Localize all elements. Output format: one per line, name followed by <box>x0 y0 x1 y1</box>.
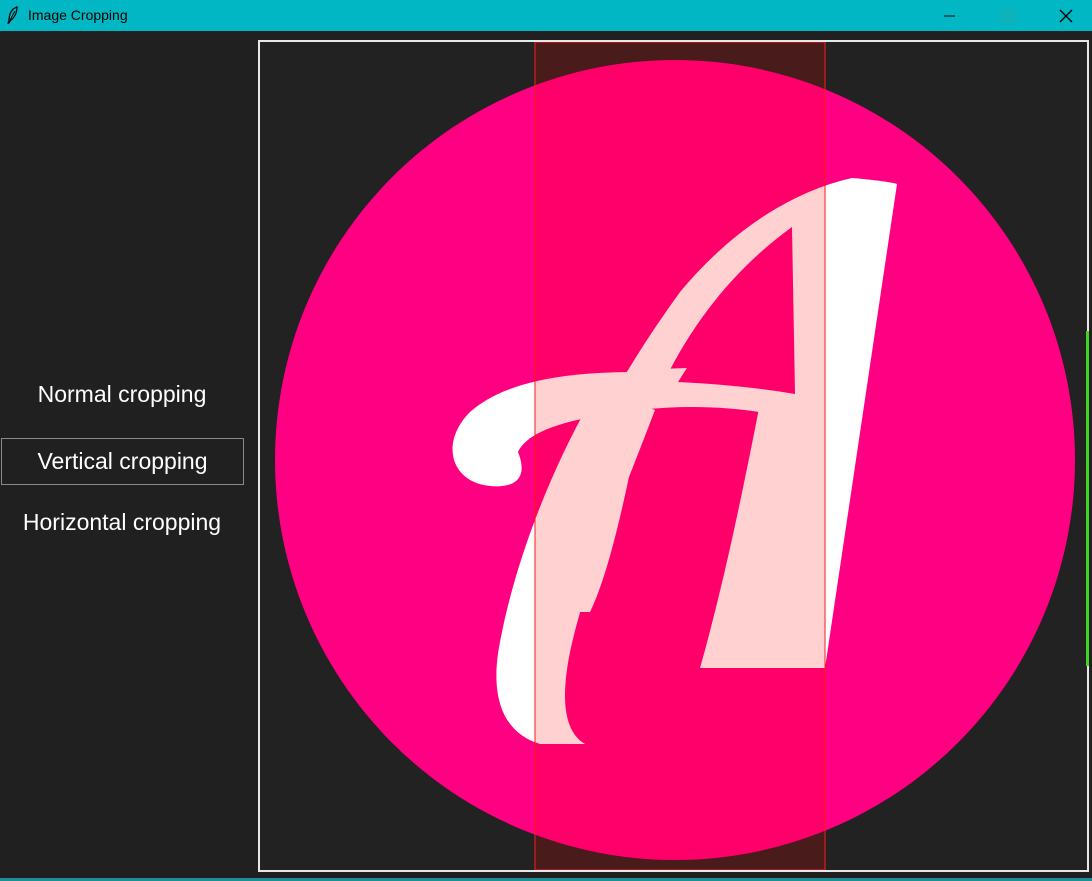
maximize-button[interactable] <box>979 0 1037 31</box>
crop-selection-region[interactable] <box>534 42 826 870</box>
cropped-image <box>275 42 1075 870</box>
normal-cropping-button[interactable]: Normal cropping <box>0 379 244 411</box>
horizontal-cropping-button[interactable]: Horizontal cropping <box>0 507 244 539</box>
title-bar[interactable]: Image Cropping <box>0 0 1092 31</box>
close-icon <box>1059 9 1073 22</box>
image-canvas[interactable] <box>258 40 1089 872</box>
vertical-cropping-button[interactable]: Vertical cropping <box>1 438 244 485</box>
feather-icon <box>7 6 18 24</box>
maximize-icon <box>1003 10 1013 21</box>
window-title: Image Cropping <box>28 7 128 23</box>
minimize-icon <box>944 15 955 16</box>
minimize-button[interactable] <box>921 0 979 31</box>
scroll-indicator[interactable] <box>1086 331 1089 666</box>
app-window: Image Cropping Normal cropping Vertical … <box>0 0 1092 881</box>
close-button[interactable] <box>1037 0 1092 31</box>
